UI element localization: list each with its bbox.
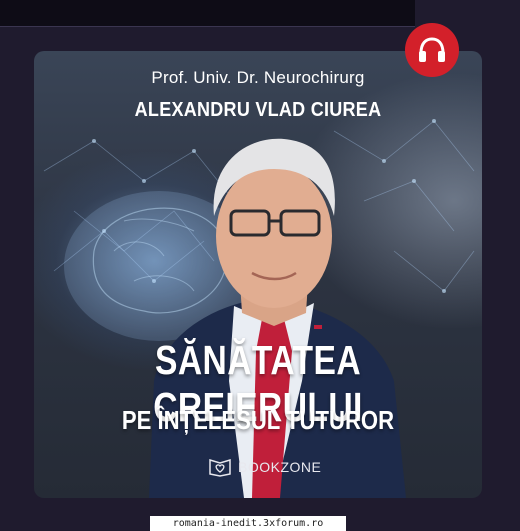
author-name: ALEXANDRU VLAD CIUREA <box>134 99 382 121</box>
headphones-icon <box>419 37 445 62</box>
book-subtitle: PE ÎNȚELESUL TUTUROR <box>121 405 395 435</box>
publisher-name: BOOKZONE <box>238 459 322 475</box>
book-heart-icon <box>209 458 231 477</box>
audio-badge[interactable] <box>405 23 459 77</box>
top-bar <box>0 0 415 27</box>
audiobook-cover[interactable]: Prof. Univ. Dr. Neurochirurg ALEXANDRU V… <box>34 51 482 498</box>
source-url[interactable]: romania-inedit.3xforum.ro <box>150 516 346 531</box>
publisher-logo: BOOKZONE <box>208 455 321 479</box>
